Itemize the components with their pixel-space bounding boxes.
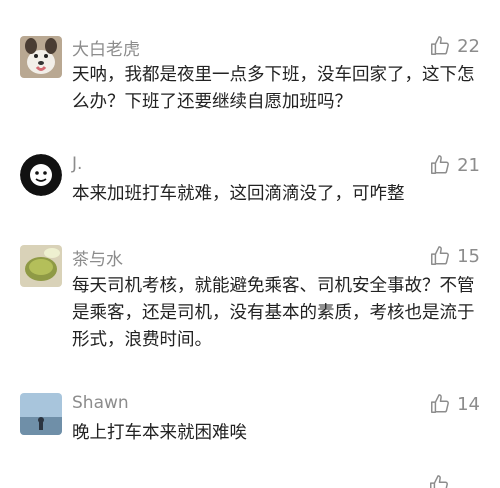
like-button[interactable]: 22 (429, 35, 480, 57)
like-count: 15 (457, 245, 480, 267)
thumbs-up-icon (431, 155, 450, 174)
avatar[interactable] (20, 393, 62, 435)
comment-text: 天呐，我都是夜里一点多下班，没车回家了，这下怎么办？下班了还要继续自愿加班吗？ (72, 65, 475, 112)
comment-username[interactable]: J. (72, 154, 82, 174)
comment-username[interactable]: Shawn (72, 393, 129, 413)
comment-text: 晚上打车本来就困难唉 (72, 423, 247, 443)
like-count: 22 (457, 35, 480, 57)
like-count: 14 (457, 393, 480, 415)
thumbs-up-icon (430, 475, 448, 488)
like-count: 21 (457, 154, 480, 176)
next-like-button[interactable] (428, 474, 450, 488)
avatar[interactable] (20, 154, 62, 196)
comment-username[interactable]: 大白老虎 (72, 35, 140, 60)
like-button[interactable]: 14 (429, 393, 480, 415)
avatar[interactable] (20, 245, 62, 287)
avatar[interactable] (20, 36, 62, 78)
thumbs-up-icon (431, 36, 450, 55)
like-button[interactable]: 21 (429, 154, 480, 176)
comment-text: 每天司机考核，就能避免乘客、司机安全事故？不管是乘客，还是司机，没有基本的素质，… (72, 276, 475, 350)
thumbs-up-icon (431, 246, 450, 265)
thumbs-up-icon (431, 394, 450, 413)
comment-text: 本来加班打车就难，这回滴滴没了，可咋整 (72, 184, 405, 204)
comment-username[interactable]: 茶与水 (72, 245, 123, 270)
like-button[interactable]: 15 (429, 245, 480, 267)
